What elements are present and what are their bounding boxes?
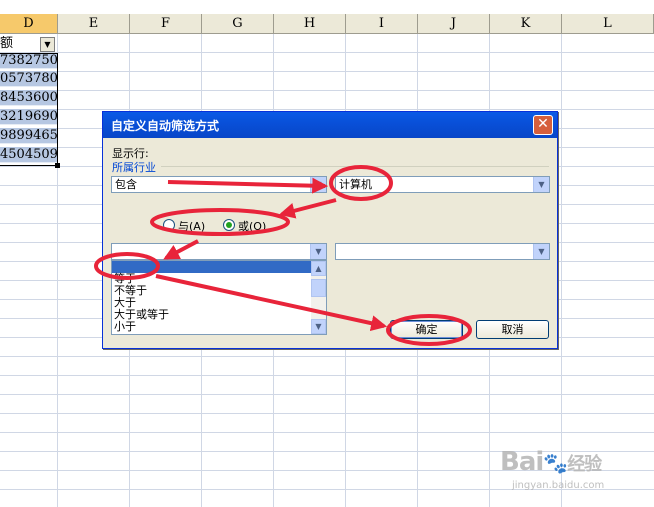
radio-and-label: 与(A) [178, 220, 206, 233]
grid-hline [0, 71, 654, 72]
list-item[interactable]: 等于 [112, 261, 326, 273]
column-header-f[interactable]: F [130, 14, 202, 34]
column-header-e[interactable]: E [58, 14, 130, 34]
grid-hline [0, 109, 654, 110]
data-cell[interactable]: 4504509 [0, 147, 57, 163]
list-item[interactable]: 小于 [112, 321, 326, 333]
data-cell[interactable]: 9899465 [0, 128, 57, 144]
condition1-operator-select[interactable]: 包含 ▼ [111, 176, 327, 193]
radio-and-indicator[interactable] [163, 219, 175, 231]
grid-hline [0, 375, 654, 376]
condition2-operator-select[interactable]: ▼ [111, 243, 327, 260]
list-item[interactable]: 不等于 [112, 285, 326, 297]
column-header-g[interactable]: G [202, 14, 274, 34]
column-header-d[interactable]: D [0, 14, 58, 34]
cancel-button[interactable]: 取消 [476, 320, 549, 339]
chevron-down-icon[interactable]: ▼ [533, 244, 549, 259]
watermark-brand: Bai🐾经验 [500, 447, 602, 477]
ok-button[interactable]: 确定 [390, 320, 463, 339]
paw-icon: 🐾 [543, 451, 568, 475]
fill-handle[interactable] [55, 163, 60, 168]
radio-or-label: 或(O) [238, 220, 267, 233]
grid-hline [0, 432, 654, 433]
grid-hline [0, 356, 654, 357]
grid-hline [0, 52, 654, 53]
condition1-operator-value: 包含 [115, 178, 137, 191]
column-header-i[interactable]: I [346, 14, 418, 34]
radio-and[interactable]: 与(A) [163, 218, 205, 234]
grid-hline [0, 413, 654, 414]
radio-or[interactable]: 或(O) [223, 218, 266, 234]
watermark-brand-cn: 经验 [567, 454, 602, 475]
condition1-value-text: 计算机 [339, 178, 372, 191]
scroll-up-icon[interactable]: ▲ [311, 261, 326, 276]
dialog-title: 自定义自动筛选方式 [111, 119, 220, 133]
scroll-thumb[interactable] [311, 279, 326, 297]
custom-autofilter-dialog: 自定义自动筛选方式 ✕ 显示行: 所属行业 包含 ▼ 计算机 ▼ 与(A) 或(… [102, 111, 558, 349]
dialog-titlebar[interactable]: 自定义自动筛选方式 ✕ [103, 112, 557, 138]
grid-hline [0, 90, 654, 91]
data-cell[interactable]: 0573780 [0, 71, 57, 87]
chevron-down-icon[interactable]: ▼ [310, 244, 326, 259]
radio-or-indicator[interactable] [223, 219, 235, 231]
list-item-label: 小于 [114, 320, 136, 333]
chevron-down-icon[interactable]: ▼ [310, 177, 326, 192]
grid-hline [0, 394, 654, 395]
data-cell[interactable]: 3219690 [0, 109, 57, 125]
close-icon[interactable]: ✕ [533, 115, 553, 135]
chevron-down-icon[interactable]: ▼ [533, 177, 549, 192]
condition1-value-select[interactable]: 计算机 ▼ [335, 176, 550, 193]
condition2-value-select[interactable]: ▼ [335, 243, 550, 260]
scroll-down-icon[interactable]: ▼ [311, 319, 326, 334]
data-cell[interactable]: 8453600 [0, 90, 57, 106]
group-divider [161, 166, 549, 167]
operator-dropdown-list[interactable]: 等于 等于 不等于 大于 大于或等于 小于 ▲ ▼ [111, 260, 327, 335]
toolbar-strip [0, 0, 654, 14]
data-cell[interactable]: 7382750 [0, 53, 57, 69]
column-header-l[interactable]: L [562, 14, 654, 34]
column-header-k[interactable]: K [490, 14, 562, 34]
autofilter-dropdown-button[interactable]: ▼ [40, 37, 55, 52]
column-header-h[interactable]: H [274, 14, 346, 34]
list-scrollbar[interactable]: ▲ ▼ [311, 261, 326, 334]
grid-vline [57, 34, 58, 507]
list-item[interactable]: 大于或等于 [112, 309, 326, 321]
column-header-j[interactable]: J [418, 14, 490, 34]
watermark-brand-text: Bai [500, 447, 544, 477]
grid-vline [561, 34, 562, 507]
watermark-url: jingyan.baidu.com [512, 480, 605, 491]
field-name-label: 所属行业 [112, 161, 156, 174]
